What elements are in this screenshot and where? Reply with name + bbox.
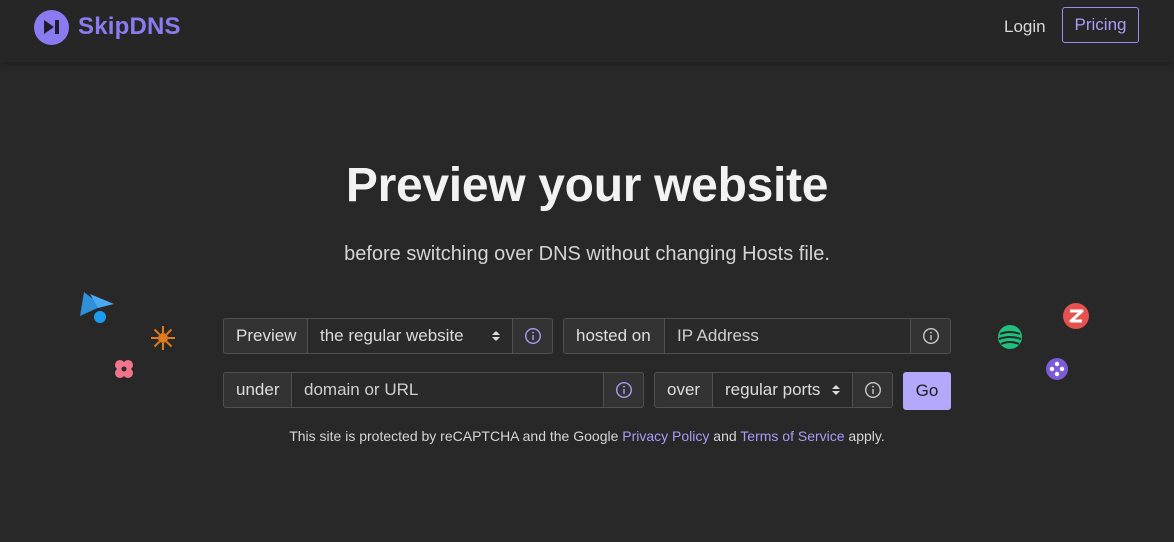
go-button[interactable]: Go (903, 372, 951, 410)
recaptcha-notice: This site is protected by reCAPTCHA and … (0, 428, 1174, 444)
over-label: over (654, 372, 713, 408)
provider-logo-icon (1062, 302, 1090, 335)
hosted-on-label: hosted on (563, 318, 665, 354)
preview-label: Preview (223, 318, 308, 354)
hosted-on-group: hosted on IP Address (563, 318, 951, 354)
mode-select-value: the regular website (320, 326, 464, 345)
brand-logo[interactable]: SkipDNS (34, 9, 181, 45)
preview-mode-group: Preview the regular website (223, 318, 553, 354)
provider-logo-icon (997, 324, 1023, 355)
login-link[interactable]: Login (1004, 15, 1046, 39)
provider-logo-icon (78, 290, 116, 331)
provider-logo-icon (112, 357, 136, 386)
ip-info-icon[interactable] (911, 318, 951, 354)
recaptcha-suffix: apply. (844, 428, 885, 444)
skipdns-logo-icon (34, 9, 69, 45)
privacy-policy-link[interactable]: Privacy Policy (622, 428, 709, 444)
select-arrow-icon (832, 384, 840, 396)
under-label: under (223, 372, 292, 408)
provider-logo-icon (1045, 357, 1069, 386)
provider-logo-icon (150, 325, 176, 356)
recaptcha-and: and (709, 428, 741, 444)
ports-group: over regular ports (654, 372, 893, 408)
page-subtitle: before switching over DNS without changi… (344, 243, 830, 265)
brand-name: SkipDNS (78, 13, 181, 40)
mode-select[interactable]: the regular website (308, 318, 513, 354)
page-title: Preview your website (345, 159, 829, 212)
terms-of-service-link[interactable]: Terms of Service (740, 428, 844, 444)
top-navbar: SkipDNS Login Pricing (0, 0, 1174, 62)
ports-info-icon[interactable] (853, 372, 893, 408)
domain-group: under domain or URL (223, 372, 644, 408)
recaptcha-prefix: This site is protected by reCAPTCHA and … (289, 428, 623, 444)
ip-address-input[interactable]: IP Address (665, 318, 911, 354)
select-arrow-icon (492, 330, 500, 342)
domain-input[interactable]: domain or URL (292, 372, 604, 408)
ports-select[interactable]: regular ports (713, 372, 853, 408)
mode-info-icon[interactable] (513, 318, 553, 354)
pricing-button[interactable]: Pricing (1062, 7, 1139, 43)
ports-select-value: regular ports (725, 380, 821, 399)
domain-info-icon[interactable] (604, 372, 644, 408)
